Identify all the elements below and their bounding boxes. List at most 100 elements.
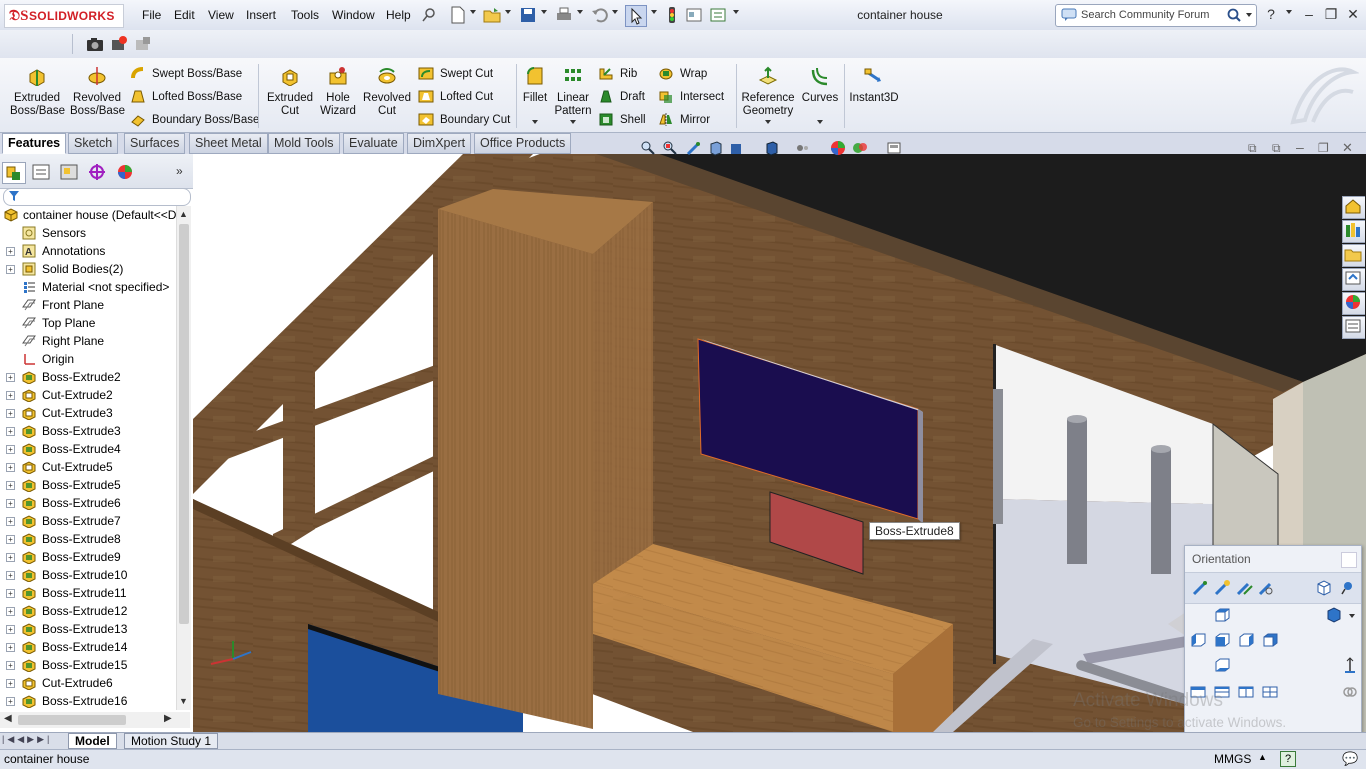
expand-toggle-icon[interactable]: + [6, 463, 15, 472]
appearances-tab[interactable] [1342, 292, 1365, 315]
options-icon[interactable] [708, 5, 728, 25]
expand-toggle-icon[interactable]: + [6, 553, 15, 562]
message-icon[interactable]: 💬 [1342, 751, 1358, 767]
new-view-icon[interactable] [1191, 579, 1209, 597]
hscroll-thumb[interactable] [18, 715, 126, 725]
dimxpert-manager-icon[interactable] [86, 162, 108, 182]
expand-toggle-icon[interactable]: + [6, 625, 15, 634]
configuration-manager-icon[interactable] [58, 162, 80, 182]
tree-item[interactable]: Origin [0, 350, 176, 368]
expand-toggle-icon[interactable]: + [6, 571, 15, 580]
design-library-tab[interactable] [1342, 220, 1365, 243]
intersect-button[interactable]: Intersect [658, 88, 724, 106]
link-view-icon[interactable] [1341, 683, 1359, 701]
wrap-button[interactable]: Wrap [658, 65, 707, 83]
units-dropdown-icon[interactable]: ▲ [1258, 752, 1267, 762]
extruded-cut-button[interactable]: Extruded Cut [264, 66, 316, 118]
expand-toggle-icon[interactable]: + [6, 679, 15, 688]
expand-toggle-icon[interactable]: + [6, 427, 15, 436]
isometric-view-icon[interactable] [1315, 579, 1333, 597]
tree-item[interactable]: + Boss-Extrude3 [0, 422, 176, 440]
tree-vertical-scrollbar[interactable]: ▲ ▼ [176, 206, 191, 710]
mirror-button[interactable]: Mirror [658, 111, 710, 129]
menu-file[interactable]: File [142, 8, 161, 22]
update-view-icon[interactable] [1213, 579, 1231, 597]
swept-cut-button[interactable]: Swept Cut [418, 65, 493, 83]
zoom-to-fit-icon[interactable] [640, 140, 656, 156]
display-manager-icon[interactable] [114, 162, 136, 182]
feature-tree-icon[interactable] [2, 162, 26, 184]
expand-panel-icon[interactable]: » [176, 164, 183, 178]
tree-item[interactable]: + Boss-Extrude8 [0, 530, 176, 548]
expand-toggle-icon[interactable]: + [6, 481, 15, 490]
link-views-icon[interactable] [1257, 579, 1275, 597]
search-box[interactable]: Search Community Forum [1055, 4, 1257, 27]
hide-show-items-icon[interactable] [794, 142, 810, 154]
back-view-icon[interactable] [1261, 631, 1279, 649]
tree-item[interactable]: + Cut-Extrude6 [0, 674, 176, 692]
linear-pattern-button[interactable]: Linear Pattern [553, 66, 593, 118]
tree-item[interactable]: + Boss-Extrude11 [0, 584, 176, 602]
new-document-icon[interactable] [448, 5, 468, 25]
tree-item[interactable]: + Boss-Extrude2 [0, 368, 176, 386]
tree-item[interactable]: + Cut-Extrude2 [0, 386, 176, 404]
select-arrow-icon[interactable] [625, 5, 647, 27]
hole-wizard-button[interactable]: Hole Wizard [318, 66, 358, 118]
property-manager-icon[interactable] [30, 162, 52, 182]
rebuild-icon[interactable] [662, 5, 682, 25]
menu-insert[interactable]: Insert [246, 8, 276, 22]
tree-item[interactable]: + Cut-Extrude3 [0, 404, 176, 422]
tab-motion-study[interactable]: Motion Study 1 [124, 733, 219, 749]
tree-item[interactable]: Material <not specified> [0, 278, 176, 296]
camera-icon[interactable] [86, 36, 104, 52]
revolved-boss-button[interactable]: Revolved Boss/Base [70, 66, 125, 118]
expand-toggle-icon[interactable]: + [6, 643, 15, 652]
expand-toggle-icon[interactable]: + [6, 445, 15, 454]
expand-toggle-icon[interactable]: + [6, 391, 15, 400]
tab-surfaces[interactable]: Surfaces [124, 133, 186, 154]
open-folder-icon[interactable] [482, 5, 502, 25]
left-view-icon[interactable] [1189, 631, 1207, 649]
bottom-view-icon[interactable] [1213, 656, 1231, 674]
tree-item[interactable]: + Boss-Extrude13 [0, 620, 176, 638]
front-view-icon[interactable] [1213, 631, 1231, 649]
expand-toggle-icon[interactable]: + [6, 535, 15, 544]
tab-sheet-metal[interactable]: Sheet Metal [189, 133, 268, 154]
lofted-boss-button[interactable]: Lofted Boss/Base [130, 88, 242, 106]
fillet-button[interactable]: Fillet [520, 66, 550, 105]
instant3d-button[interactable]: Instant3D [848, 66, 900, 105]
tree-item[interactable]: + Boss-Extrude15 [0, 656, 176, 674]
record-icon[interactable] [110, 35, 128, 53]
zoom-area-icon[interactable] [662, 140, 678, 156]
tree-item[interactable]: + Boss-Extrude14 [0, 638, 176, 656]
scrollbar-thumb[interactable] [179, 224, 189, 624]
display-style-icon[interactable] [764, 140, 780, 156]
top-view-icon[interactable] [1213, 606, 1231, 624]
tree-item[interactable]: Top Plane [0, 314, 176, 332]
extruded-boss-button[interactable]: Extruded Boss/Base [10, 66, 65, 118]
file-explorer-tab[interactable] [1342, 244, 1365, 267]
revolved-cut-button[interactable]: Revolved Cut [362, 66, 412, 118]
tab-mold-tools[interactable]: Mold Tools [268, 133, 340, 154]
tab-features[interactable]: Features [2, 133, 67, 154]
menu-window[interactable]: Window [332, 8, 375, 22]
custom-properties-tab[interactable] [1342, 316, 1365, 339]
menu-help[interactable]: Help [386, 8, 411, 22]
search-icon[interactable] [1226, 7, 1242, 23]
view-palette-tab[interactable] [1342, 268, 1365, 291]
tree-item[interactable]: Front Plane [0, 296, 176, 314]
view-settings-icon[interactable] [886, 140, 902, 156]
viewport-restore-icon[interactable]: ❐ [1318, 141, 1329, 155]
apply-scene-icon[interactable] [852, 140, 868, 156]
lofted-cut-button[interactable]: Lofted Cut [418, 88, 493, 106]
tab-office-products[interactable]: Office Products [474, 133, 572, 154]
reset-views-icon[interactable] [1235, 579, 1253, 597]
tab-scroll-arrows[interactable]: |◀◀▶▶| [2, 734, 64, 747]
tile-left-icon[interactable]: ⧉ [1248, 141, 1257, 156]
expand-toggle-icon[interactable]: + [6, 589, 15, 598]
tab-evaluate[interactable]: Evaluate [343, 133, 404, 154]
restore-button[interactable]: ❐ [1322, 6, 1340, 22]
expand-toggle-icon[interactable]: + [6, 661, 15, 670]
tree-horizontal-scrollbar[interactable]: ◀ ▶ [0, 712, 190, 728]
stop-record-icon[interactable] [134, 35, 152, 53]
